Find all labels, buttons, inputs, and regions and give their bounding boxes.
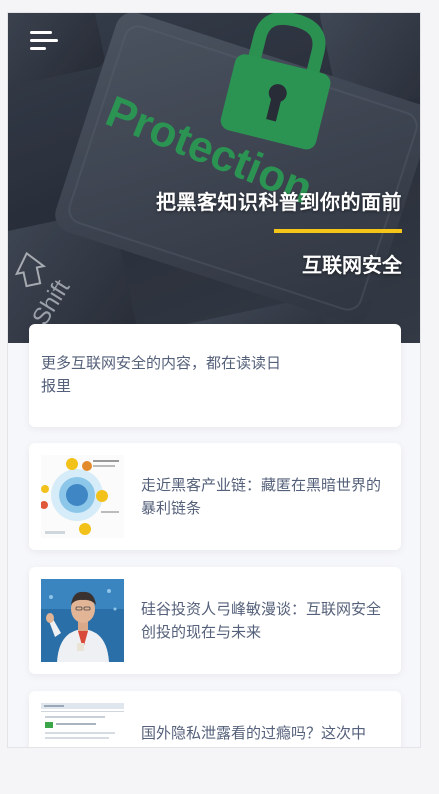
webpage-screenshot-thumbnail <box>41 703 124 747</box>
intro-text: 更多互联网安全的内容，都在读读日报里 <box>41 354 282 395</box>
article-card[interactable]: 走近黑客产业链：藏匿在黑暗世界的暴利链条 <box>29 443 401 550</box>
article-card[interactable]: 硅谷投资人弓峰敏漫谈：互联网安全创投的现在与未来 <box>29 567 401 674</box>
hero-subtitle: 互联网安全 <box>302 253 402 277</box>
speaker-photo-thumbnail <box>41 579 124 662</box>
article-title: 国外隐私泄露看的过瘾吗？这次中 <box>141 724 367 742</box>
article-title: 走近黑客产业链：藏匿在黑暗世界的暴利链条 <box>141 476 382 517</box>
diagram-thumbnail <box>41 455 124 538</box>
hero-banner: Protection Shift 把黑客知识科普到你的面前 互联网安全 <box>8 13 420 343</box>
menu-icon[interactable] <box>30 29 60 53</box>
hero-title: 把黑客知识科普到你的面前 <box>156 190 402 214</box>
intro-card: 更多互联网安全的内容，都在读读日报里 <box>29 324 401 427</box>
keyboard-background-image: Protection Shift <box>8 13 420 343</box>
phone-screen: Protection Shift 把黑客知识科普到你的面前 互联网安全 更多互联… <box>7 12 421 748</box>
article-card[interactable]: 国外隐私泄露看的过瘾吗？这次中 <box>29 691 401 747</box>
article-title: 硅谷投资人弓峰敏漫谈：互联网安全创投的现在与未来 <box>141 600 382 641</box>
hero-accent-rule <box>274 229 402 233</box>
